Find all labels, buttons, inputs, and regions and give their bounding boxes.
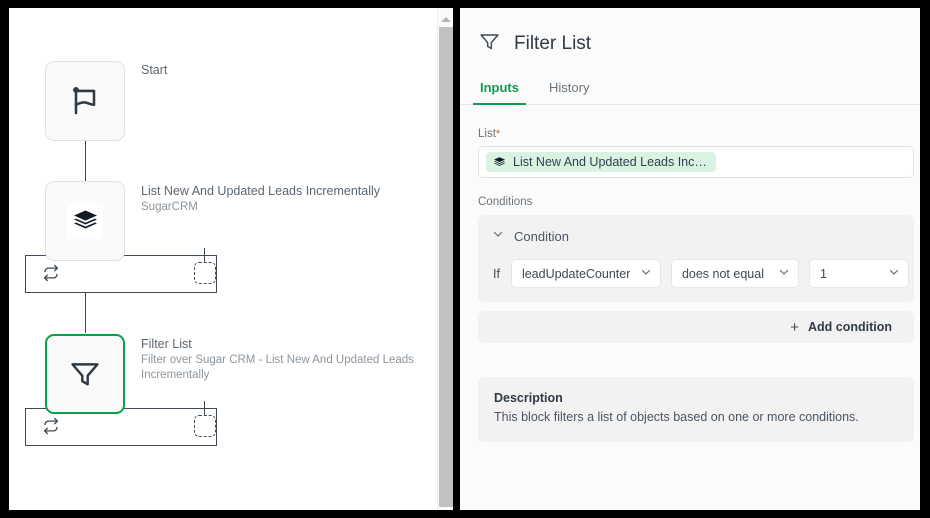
scroll-up-arrow-icon[interactable] <box>438 12 453 26</box>
canvas-node-list-leads-label: List New And Updated Leads Incrementally… <box>141 183 431 215</box>
description-title: Description <box>494 391 563 405</box>
condition-card-title: Condition <box>514 228 569 244</box>
canvas-node-start[interactable] <box>45 61 125 141</box>
panel-header: Filter List <box>460 8 920 58</box>
node-subtitle: SugarCRM <box>141 201 198 213</box>
condition-card: Condition If leadUpdateCounter does not … <box>478 215 914 302</box>
list-field-label: List* <box>460 105 920 146</box>
plus-icon: + <box>790 318 799 336</box>
description-body: This block filters a list of objects bas… <box>494 410 859 424</box>
workflow-canvas[interactable]: Start List New And Updated Leads Increme… <box>9 8 453 510</box>
condition-value-text: 1 <box>819 266 827 281</box>
tab-inputs[interactable]: Inputs <box>473 76 526 105</box>
node-subtitle: Filter over Sugar CRM - List New And Upd… <box>141 354 414 381</box>
loop-icon <box>42 264 60 282</box>
loop-stub-top-list <box>204 248 205 262</box>
details-panel: Filter List Inputs History List* List Ne… <box>460 8 920 510</box>
dashed-placeholder-node[interactable] <box>194 415 216 437</box>
condition-field-value: leadUpdateCounter <box>521 266 631 281</box>
condition-row: If leadUpdateCounter does not equal 1 <box>478 245 914 288</box>
stack-icon <box>67 203 103 239</box>
panel-tabs: Inputs History <box>460 76 920 105</box>
app-window: Start List New And Updated Leads Increme… <box>0 0 930 518</box>
condition-operator-select[interactable]: does not equal <box>670 259 799 288</box>
list-field-label-text: List <box>478 128 496 140</box>
condition-card-header[interactable]: Condition <box>478 227 914 245</box>
dashed-placeholder-node[interactable] <box>194 262 216 284</box>
loop-stub-top-filter <box>204 401 205 415</box>
required-marker: * <box>495 128 501 140</box>
condition-value-select[interactable]: 1 <box>808 259 909 288</box>
node-title: Filter List <box>141 337 192 351</box>
chevron-down-icon[interactable] <box>640 266 652 281</box>
condition-operator-value: does not equal <box>681 266 764 281</box>
workflow-canvas-content: Start List New And Updated Leads Increme… <box>9 8 442 510</box>
canvas-node-filter-list-label: Filter List Filter over Sugar CRM - List… <box>141 336 426 383</box>
list-value-chip[interactable]: List New And Updated Leads Inc… <box>486 152 716 172</box>
canvas-node-filter-list[interactable] <box>45 334 125 414</box>
tab-history[interactable]: History <box>547 76 591 104</box>
description-card: Description This block filters a list of… <box>478 377 914 442</box>
flag-icon <box>67 83 103 119</box>
canvas-scrollbar-thumb[interactable] <box>439 27 453 507</box>
loop-icon <box>42 417 60 435</box>
node-title: Start <box>141 63 168 77</box>
page-title: Filter List <box>514 33 592 54</box>
canvas-node-start-label: Start <box>141 62 421 78</box>
add-condition-button[interactable]: + Add condition <box>478 311 914 343</box>
if-label: If <box>493 266 500 281</box>
funnel-icon <box>478 30 501 58</box>
list-input[interactable]: List New And Updated Leads Inc… <box>478 146 914 178</box>
node-title: List New And Updated Leads Incrementally <box>141 184 381 198</box>
conditions-label: Conditions <box>478 196 533 208</box>
stack-icon <box>493 156 506 169</box>
chevron-down-icon[interactable] <box>888 266 900 281</box>
canvas-scrollbar[interactable] <box>437 8 453 510</box>
add-condition-label: Add condition <box>807 320 892 334</box>
connector-list-to-filter <box>85 293 86 333</box>
connector-start-to-list <box>85 140 86 181</box>
condition-field-select[interactable]: leadUpdateCounter <box>510 259 661 288</box>
canvas-node-list-leads[interactable] <box>45 181 125 261</box>
chevron-down-icon[interactable] <box>492 227 504 245</box>
list-value-chip-label: List New And Updated Leads Inc… <box>513 155 707 169</box>
chevron-down-icon[interactable] <box>778 266 790 281</box>
funnel-icon <box>68 357 102 391</box>
